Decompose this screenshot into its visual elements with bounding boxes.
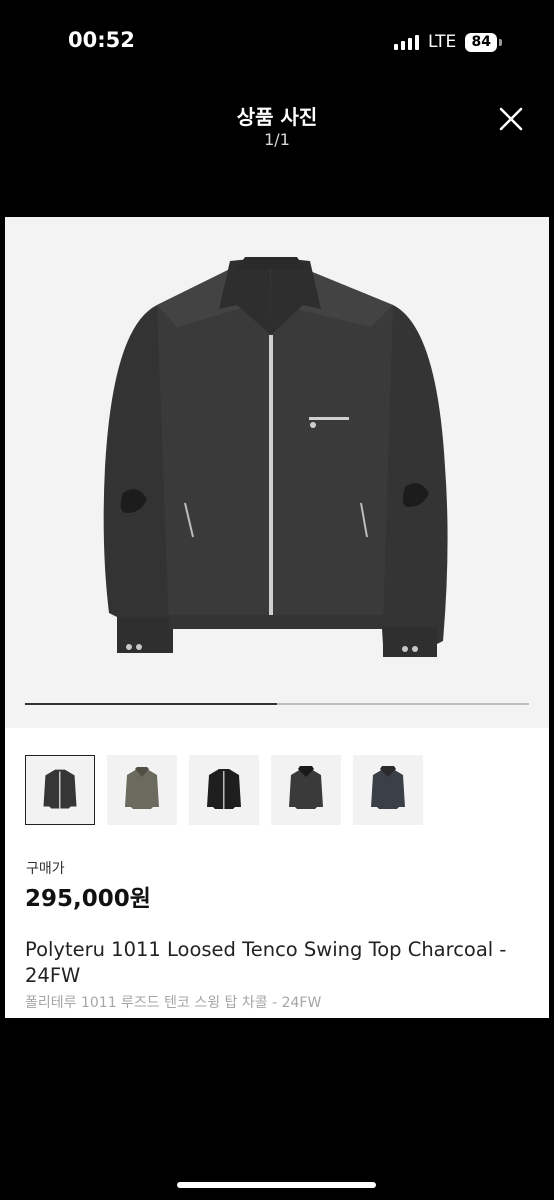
- thumbnail-2[interactable]: [107, 755, 177, 825]
- image-progress-track: [25, 703, 529, 705]
- page-title: 상품 사진: [236, 105, 318, 129]
- thumbnail-5[interactable]: [353, 755, 423, 825]
- price-label: 구매가: [26, 861, 65, 877]
- thumbnail-3[interactable]: [189, 755, 259, 825]
- thumbnail-image: [125, 767, 159, 809]
- thumbnail-image: [371, 766, 405, 809]
- thumbnail-image: [207, 769, 241, 809]
- main-product-image[interactable]: [5, 217, 549, 728]
- home-indicator[interactable]: [177, 1182, 376, 1188]
- signal-icon: [394, 34, 419, 50]
- screen: 00:52 LTE 84 상품 사진 1/1 구매가 295,000원 Poly…: [0, 0, 554, 1200]
- network-label: LTE: [428, 32, 457, 52]
- close-button[interactable]: [496, 104, 526, 134]
- status-time: 00:52: [68, 28, 135, 52]
- thumbnail-4[interactable]: [271, 755, 341, 825]
- jacket-image: [103, 257, 448, 657]
- image-counter: 1/1: [264, 130, 290, 149]
- thumbnail-image: [289, 766, 323, 809]
- battery-cap: [499, 38, 503, 46]
- image-progress-fill: [25, 703, 277, 705]
- product-price: 295,000원: [25, 886, 151, 912]
- close-icon: [499, 107, 523, 131]
- product-name-en: Polyteru 1011 Loosed Tenco Swing Top Cha…: [25, 938, 507, 987]
- thumbnail-1[interactable]: [25, 755, 95, 825]
- status-icons: LTE 84: [394, 30, 503, 54]
- product-card: 구매가 295,000원 Polyteru 1011 Loosed Tenco …: [5, 217, 549, 1018]
- product-name-ko: 폴리테루 1011 루즈드 텐코 스윙 탑 차콜 - 24FW: [25, 995, 322, 1011]
- thumbnail-image: [43, 769, 77, 809]
- battery-icon: 84: [465, 32, 498, 52]
